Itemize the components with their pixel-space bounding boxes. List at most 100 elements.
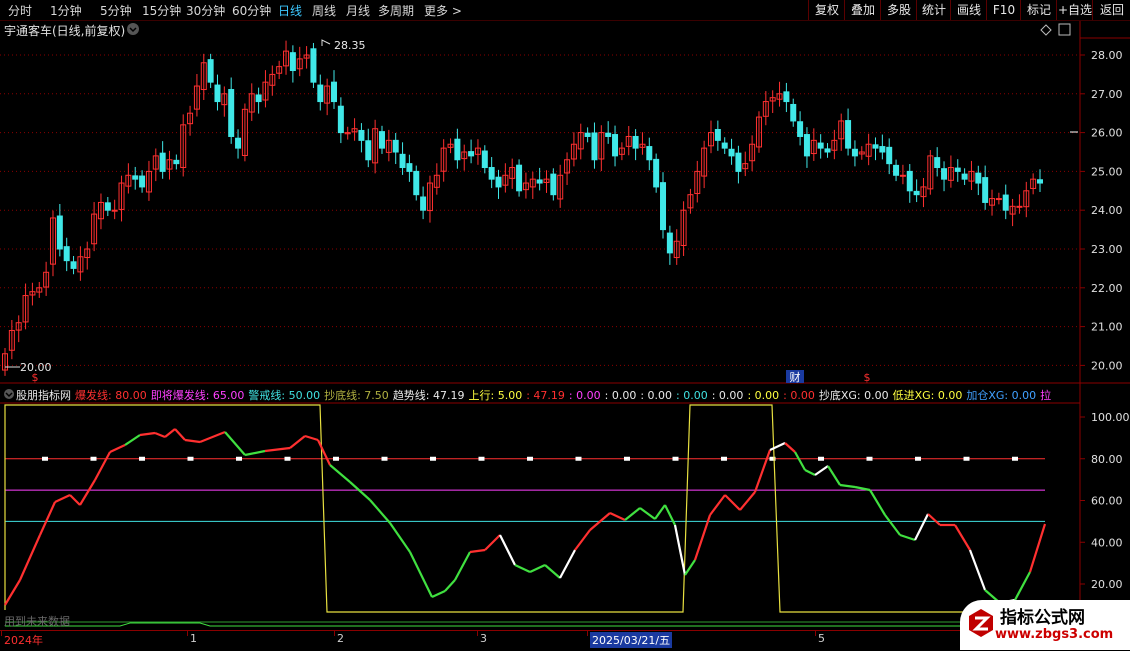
candle-body[interactable]	[1037, 179, 1043, 184]
candle-body[interactable]	[413, 170, 420, 196]
event-marker[interactable]: 财	[790, 370, 801, 384]
event-marker[interactable]: $	[864, 371, 871, 384]
period-tab-9[interactable]: 多周期	[378, 2, 414, 19]
candle-body[interactable]	[132, 175, 139, 180]
candle-body[interactable]	[159, 152, 166, 172]
candle-body[interactable]	[906, 170, 913, 192]
candle-body[interactable]	[783, 91, 790, 103]
candle-body[interactable]	[337, 105, 344, 134]
candle-body[interactable]	[851, 148, 858, 157]
period-tab-2[interactable]: 5分钟	[100, 2, 132, 19]
candle-body[interactable]	[392, 139, 399, 153]
toolbar-button-7[interactable]: +自选	[1056, 0, 1093, 20]
toolbar-button-5[interactable]: F10	[986, 0, 1021, 20]
candle-body[interactable]	[289, 52, 296, 72]
candle-body[interactable]	[310, 48, 317, 83]
candle-body[interactable]	[255, 94, 262, 103]
candle-body[interactable]	[481, 150, 488, 169]
candle-body[interactable]	[879, 146, 886, 153]
candle-body[interactable]	[420, 196, 427, 211]
candlestick-series[interactable]: 28.35 20.00	[2, 39, 1043, 376]
candle-body[interactable]	[488, 167, 495, 180]
candle-body[interactable]	[139, 175, 146, 188]
candle-body[interactable]	[63, 246, 70, 262]
candle-body[interactable]	[941, 168, 948, 180]
candle-body[interactable]	[913, 190, 920, 196]
period-tab-7[interactable]: 周线	[312, 2, 336, 19]
candle-body[interactable]	[214, 84, 221, 103]
candle-body[interactable]	[824, 148, 831, 153]
candle-body[interactable]	[468, 151, 475, 157]
candle-body[interactable]	[536, 179, 543, 184]
event-marker[interactable]: $	[32, 371, 39, 384]
candle-body[interactable]	[317, 84, 324, 103]
candle-body[interactable]	[207, 59, 214, 83]
candle-body[interactable]	[797, 121, 804, 137]
candle-body[interactable]	[605, 132, 612, 137]
period-tab-0[interactable]: 分时	[8, 2, 32, 19]
candle-body[interactable]	[111, 209, 118, 212]
candle-body[interactable]	[666, 232, 673, 254]
period-tab-3[interactable]: 15分钟	[142, 2, 181, 19]
toolbar-button-6[interactable]: 标记	[1020, 0, 1057, 20]
candle-body[interactable]	[495, 176, 502, 188]
period-tab-8[interactable]: 月线	[346, 2, 370, 19]
expand-icon[interactable]	[1058, 23, 1071, 36]
candle-body[interactable]	[961, 173, 968, 180]
candle-body[interactable]	[660, 182, 667, 231]
candle-body[interactable]	[378, 131, 385, 149]
candle-body[interactable]	[721, 142, 728, 149]
candle-body[interactable]	[406, 163, 413, 172]
candle-body[interactable]	[845, 120, 852, 149]
period-tab-6[interactable]: 日线	[278, 2, 302, 19]
period-tab-5[interactable]: 60分钟	[232, 2, 271, 19]
candle-body[interactable]	[728, 148, 735, 157]
candle-body[interactable]	[228, 89, 235, 137]
candle-body[interactable]	[872, 144, 879, 149]
candle-body[interactable]	[104, 202, 111, 211]
candle-body[interactable]	[516, 164, 523, 192]
candle-body[interactable]	[235, 137, 242, 149]
candle-body[interactable]	[975, 172, 982, 184]
candle-body[interactable]	[399, 153, 406, 169]
chart-canvas[interactable]: 28.00 27.00 26.00 25.00 24.00 23.00 22.00 21.00…	[0, 0, 1130, 650]
candle-body[interactable]	[365, 140, 372, 161]
candle-body[interactable]	[954, 167, 961, 172]
candle-body[interactable]	[934, 157, 941, 169]
candle-body[interactable]	[817, 142, 824, 149]
period-tab-10[interactable]: 更多 >	[424, 2, 462, 19]
candle-body[interactable]	[331, 81, 338, 103]
indicator-name[interactable]: 股朋指标网	[16, 389, 71, 402]
candle-body[interactable]	[735, 152, 742, 172]
candle-body[interactable]	[646, 146, 653, 161]
toolbar-button-2[interactable]: 多股	[880, 0, 917, 20]
period-tab-4[interactable]: 30分钟	[186, 2, 225, 19]
candle-body[interactable]	[358, 129, 365, 141]
toolbar-button-1[interactable]: 叠加	[844, 0, 881, 20]
toolbar-button-0[interactable]: 复权	[808, 0, 845, 20]
candle-body[interactable]	[173, 159, 180, 165]
candle-body[interactable]	[1016, 205, 1023, 208]
candle-body[interactable]	[995, 198, 1002, 201]
candle-body[interactable]	[632, 135, 639, 149]
toolbar-button-4[interactable]: 画线	[950, 0, 987, 20]
candle-body[interactable]	[1002, 194, 1009, 211]
candle-body[interactable]	[899, 174, 906, 177]
candle-body[interactable]	[893, 164, 900, 176]
toolbar-button-3[interactable]: 统计	[916, 0, 951, 20]
settings-icon[interactable]	[127, 23, 139, 35]
candle-body[interactable]	[714, 128, 721, 141]
candle-body[interactable]	[886, 146, 893, 165]
candle-body[interactable]	[454, 138, 461, 161]
candle-body[interactable]	[56, 215, 63, 250]
candle-body[interactable]	[982, 177, 989, 203]
candle-body[interactable]	[803, 134, 810, 157]
candle-body[interactable]	[70, 261, 77, 269]
candle-body[interactable]	[584, 132, 591, 137]
candle-body[interactable]	[612, 134, 619, 157]
toolbar-button-8[interactable]: 返回	[1092, 0, 1130, 20]
candle-body[interactable]	[790, 103, 797, 122]
candle-body[interactable]	[653, 158, 660, 188]
candle-body[interactable]	[591, 132, 598, 161]
diamond-icon[interactable]	[1040, 24, 1052, 36]
